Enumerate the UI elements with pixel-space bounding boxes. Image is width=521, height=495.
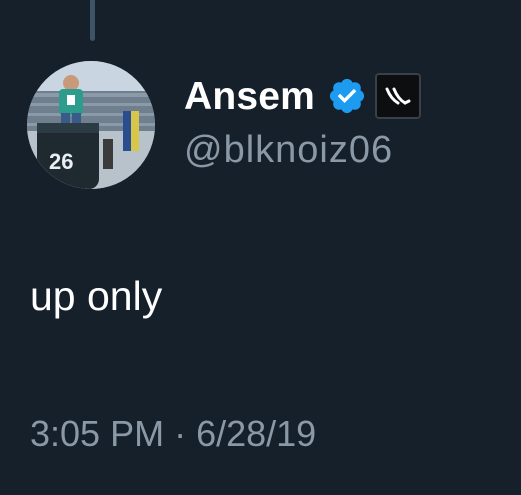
affiliate-logo-mark — [385, 87, 411, 105]
tweet-time: 3:05 PM — [30, 413, 165, 454]
affiliate-logo-icon[interactable] — [375, 73, 422, 119]
thread-connector-line — [90, 0, 95, 41]
author-name-row: Ansem — [184, 71, 422, 121]
display-name[interactable]: Ansem — [184, 77, 315, 116]
tweet-date: 6/28/19 — [196, 413, 317, 454]
svg-text:26: 26 — [49, 149, 73, 174]
tweet-timestamp[interactable]: 3:05 PM · 6/28/19 — [30, 412, 316, 455]
avatar-photo: 26 — [27, 61, 155, 189]
timestamp-separator: · — [174, 413, 187, 454]
tweet-text: up only — [30, 273, 163, 319]
avatar[interactable]: 26 — [27, 61, 155, 189]
verified-check-icon[interactable] — [327, 76, 367, 116]
user-handle[interactable]: @blknoiz06 — [184, 128, 393, 174]
